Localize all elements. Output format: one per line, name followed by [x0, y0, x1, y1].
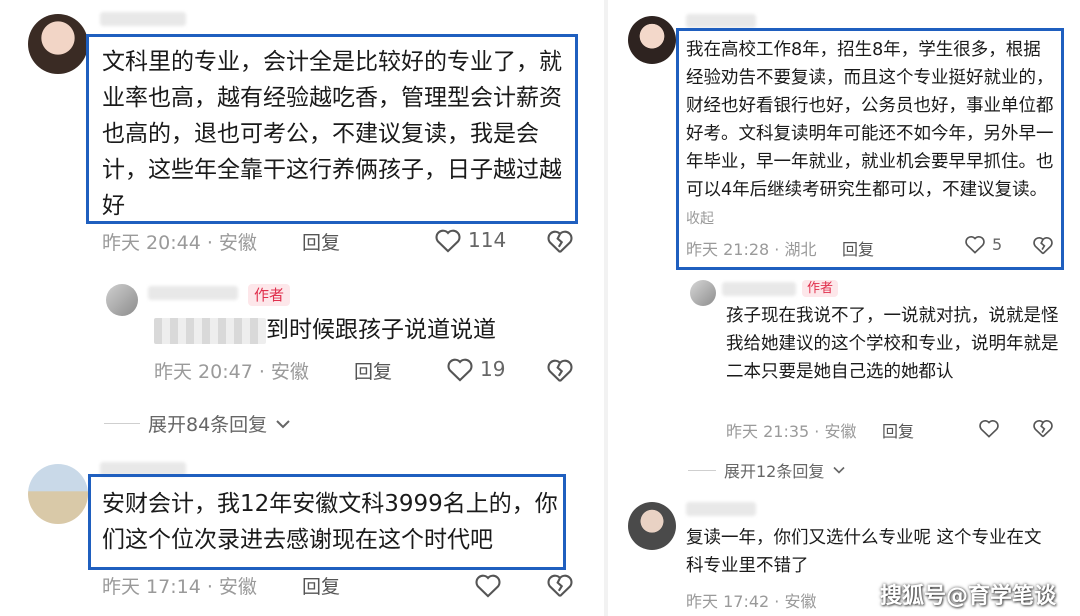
username-blurred[interactable] [100, 12, 186, 26]
mosaic-blur [154, 317, 266, 344]
username-blurred[interactable] [686, 502, 756, 516]
heart-broken-icon[interactable] [546, 572, 574, 598]
reply-text: 孩子现在我说不了，一说就对抗，说就是怪我给她建议的这个学校和专业，说明年就是二本… [726, 306, 1059, 382]
comment-text-content: 我在高校工作8年，招生8年，学生很多，根据经验劝告不要复读，而且这个专业挺好就业… [686, 40, 1054, 200]
expand-replies-label: 展开84条回复 [148, 414, 268, 436]
comment-meta: 昨天 20:44 · 安徽 [102, 232, 257, 254]
comment-text: 安财会计，我12年安徽文科3999名上的，你们这个位次录进去感谢现在这个时代吧 [102, 491, 558, 553]
reply-button[interactable]: 回复 [882, 418, 914, 442]
comment-meta: 昨天 21:28 · 湖北 [686, 240, 817, 259]
comment-text: 文科里的专业，会计全是比较好的专业了，就业率也高，越有经验越吃香，管理型会计薪资… [102, 49, 562, 219]
fold-button[interactable]: 收起 [686, 211, 714, 227]
comment-time: 昨天 21:28 [686, 240, 770, 259]
comment-location: 安徽 [218, 232, 257, 254]
reply-location: 安徽 [824, 422, 857, 441]
reply-time: 昨天 21:35 [726, 422, 810, 441]
like-button[interactable]: 19 [446, 356, 505, 382]
reply-text-visible: 到时候跟孩子说道说道 [266, 317, 496, 343]
reply-location: 安徽 [270, 361, 309, 383]
left-comment-panel: 文科里的专业，会计全是比较好的专业了，就业率也高，越有经验越吃香，管理型会计薪资… [0, 0, 605, 616]
comment-meta: 昨天 17:42 · 安徽 [686, 592, 817, 611]
chevron-down-icon [833, 466, 845, 474]
reply-text: 到时候跟孩子说道说道 [154, 312, 496, 348]
heart-icon [435, 229, 461, 253]
divider-line [104, 423, 140, 424]
divider-line [688, 469, 716, 471]
avatar[interactable] [628, 16, 676, 64]
chevron-down-icon [276, 419, 290, 428]
reply-button[interactable]: 回复 [302, 572, 340, 599]
username-blurred[interactable] [686, 14, 756, 28]
heart-broken-icon[interactable] [1032, 235, 1054, 255]
watermark: 搜狐号@育学笔谈 [879, 584, 1056, 609]
like-button[interactable]: 5 [964, 234, 1002, 254]
like-count: 5 [992, 234, 1003, 254]
heart-broken-icon[interactable] [546, 228, 574, 254]
author-avatar[interactable] [106, 284, 138, 316]
author-badge: 作者 [802, 280, 839, 297]
comment-location: 湖北 [784, 240, 817, 259]
reply-button[interactable]: 回复 [302, 228, 340, 255]
like-count: 114 [468, 228, 507, 252]
like-button[interactable]: 114 [434, 227, 506, 253]
heart-broken-icon[interactable] [546, 357, 574, 383]
heart-icon[interactable] [474, 572, 502, 598]
author-name-blurred[interactable] [722, 282, 796, 296]
like-count: 19 [480, 357, 506, 381]
author-avatar[interactable] [690, 280, 716, 306]
reply-meta: 昨天 21:35 · 安徽 [726, 422, 857, 441]
comment-meta: 昨天 17:14 · 安徽 [102, 576, 257, 598]
comment-time: 昨天 17:42 [686, 592, 770, 611]
reply-time: 昨天 20:47 [154, 361, 253, 383]
comment-location: 安徽 [784, 592, 817, 611]
comment-text: 复读一年，你们又选什么专业呢 这个专业在文科专业里不错了 [686, 528, 1042, 576]
heart-icon [965, 236, 985, 254]
right-comment-panel: 我在高校工作8年，招生8年，学生很多，根据经验劝告不要复读，而且这个专业挺好就业… [608, 0, 1080, 616]
author-name-blurred[interactable] [148, 286, 238, 300]
heart-icon [447, 358, 473, 382]
comment-text: 我在高校工作8年，招生8年，学生很多，根据经验劝告不要复读，而且这个专业挺好就业… [686, 36, 1058, 233]
heart-icon[interactable] [978, 418, 1000, 438]
author-badge: 作者 [248, 284, 291, 306]
expand-replies-button[interactable]: 展开84条回复 [104, 410, 291, 437]
reply-button[interactable]: 回复 [842, 236, 874, 260]
comment-time: 昨天 20:44 [102, 232, 201, 254]
comment-location: 安徽 [218, 576, 257, 598]
reply-meta: 昨天 20:47 · 安徽 [154, 361, 309, 383]
reply-button[interactable]: 回复 [354, 357, 392, 384]
expand-replies-label: 展开12条回复 [724, 462, 825, 481]
expand-replies-button[interactable]: 展开12条回复 [688, 458, 846, 482]
reply-text-obscured-prefix [154, 317, 266, 344]
comment-time: 昨天 17:14 [102, 576, 201, 598]
avatar[interactable] [28, 464, 88, 524]
avatar[interactable] [28, 14, 88, 74]
avatar[interactable] [628, 502, 676, 550]
heart-broken-icon[interactable] [1032, 418, 1054, 438]
